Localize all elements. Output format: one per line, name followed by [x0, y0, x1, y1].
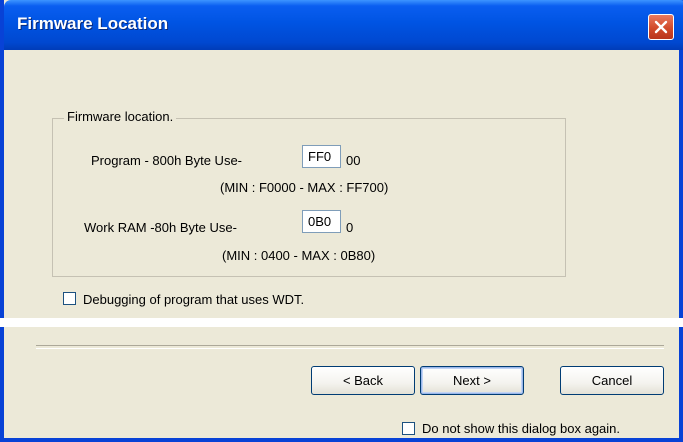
work-ram-label: Work RAM -80h Byte Use-: [84, 220, 237, 235]
program-suffix: 00: [346, 153, 361, 168]
work-ram-range: (MIN : 0400 - MAX : 0B80): [222, 248, 376, 263]
screenshot-gap: [0, 318, 683, 327]
back-button[interactable]: < Back: [311, 366, 415, 395]
debug-wdt-checkbox[interactable]: [63, 292, 76, 305]
close-button[interactable]: [648, 14, 674, 40]
work-ram-suffix: 0: [346, 220, 354, 235]
debug-wdt-label[interactable]: Debugging of program that uses WDT.: [83, 292, 304, 307]
window-title: Firmware Location: [17, 14, 169, 33]
title-bar[interactable]: Firmware Location: [4, 0, 683, 50]
separator: [36, 345, 664, 349]
cancel-button[interactable]: Cancel: [560, 366, 664, 395]
program-range: (MIN : F0000 - MAX : FF700): [220, 180, 389, 195]
no-show-label[interactable]: Do not show this dialog box again.: [422, 421, 620, 436]
no-show-checkbox[interactable]: [402, 422, 415, 435]
work-ram-address-input[interactable]: 0B0: [302, 210, 341, 233]
group-title: Firmware location.: [64, 109, 177, 124]
dialog-window: Firmware Location Firmware location. Pro…: [0, 0, 683, 442]
next-button[interactable]: Next >: [420, 366, 524, 395]
close-icon: [654, 20, 668, 34]
program-address-input[interactable]: FF0: [302, 145, 341, 168]
program-label: Program - 800h Byte Use-: [91, 153, 243, 168]
